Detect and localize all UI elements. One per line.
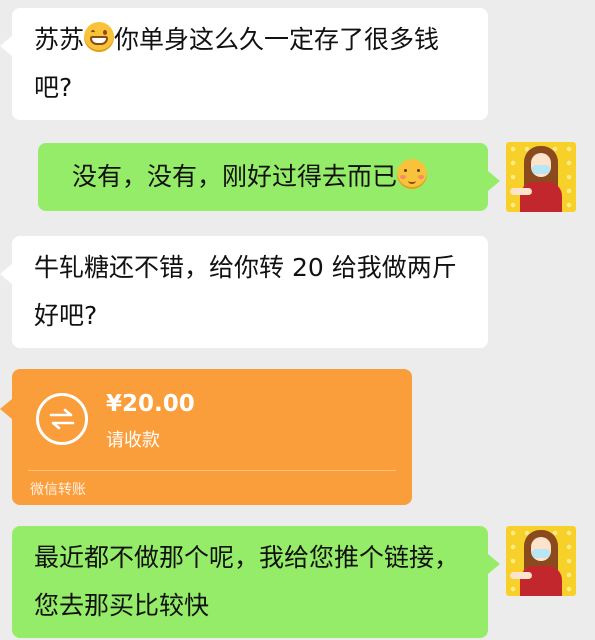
transfer-status: 请收款 <box>106 430 160 451</box>
user-avatar[interactable] <box>506 526 576 596</box>
message-text: 最近都不做那个呢，我给您推个链接，您去那买比较快 <box>34 543 460 620</box>
transfer-divider <box>28 470 396 471</box>
incoming-message-1[interactable]: 苏苏 你单身这么久一定存了很多钱吧? <box>0 8 488 120</box>
outgoing-message-2[interactable]: 最近都不做那个呢，我给您推个链接，您去那买比较快 <box>12 526 500 638</box>
transfer-footer-label: 微信转账 <box>30 482 86 498</box>
grin-emoji-icon <box>84 22 115 52</box>
transfer-arrows-icon <box>36 393 88 445</box>
message-text: 没有，没有，刚好过得去而已 <box>72 162 398 191</box>
transfer-amount: ¥20.00 <box>106 391 195 417</box>
message-text-prefix: 苏苏 <box>34 25 85 54</box>
wechat-transfer-card[interactable]: ¥20.00 请收款 微信转账 <box>0 369 412 505</box>
incoming-message-2[interactable]: 牛轧糖还不错，给你转 20 给我做两斤好吧? <box>0 236 488 348</box>
blush-emoji-icon <box>397 159 428 189</box>
outgoing-message-1[interactable]: 没有，没有，刚好过得去而已 <box>38 143 500 211</box>
message-text: 牛轧糖还不错，给你转 20 给我做两斤好吧? <box>34 253 457 330</box>
user-avatar[interactable] <box>506 142 576 212</box>
